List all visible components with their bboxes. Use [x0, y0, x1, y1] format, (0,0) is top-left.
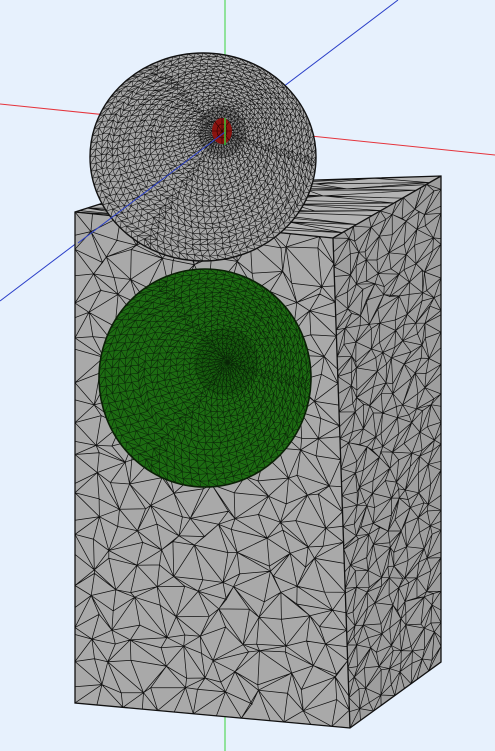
3d-scene[interactable]	[0, 0, 495, 751]
woofer-cone-mesh[interactable]	[98, 268, 312, 488]
tweeter-horn-mesh[interactable]	[89, 52, 317, 262]
woofer-dust-cap	[194, 328, 258, 396]
3d-viewport[interactable]	[0, 0, 495, 751]
